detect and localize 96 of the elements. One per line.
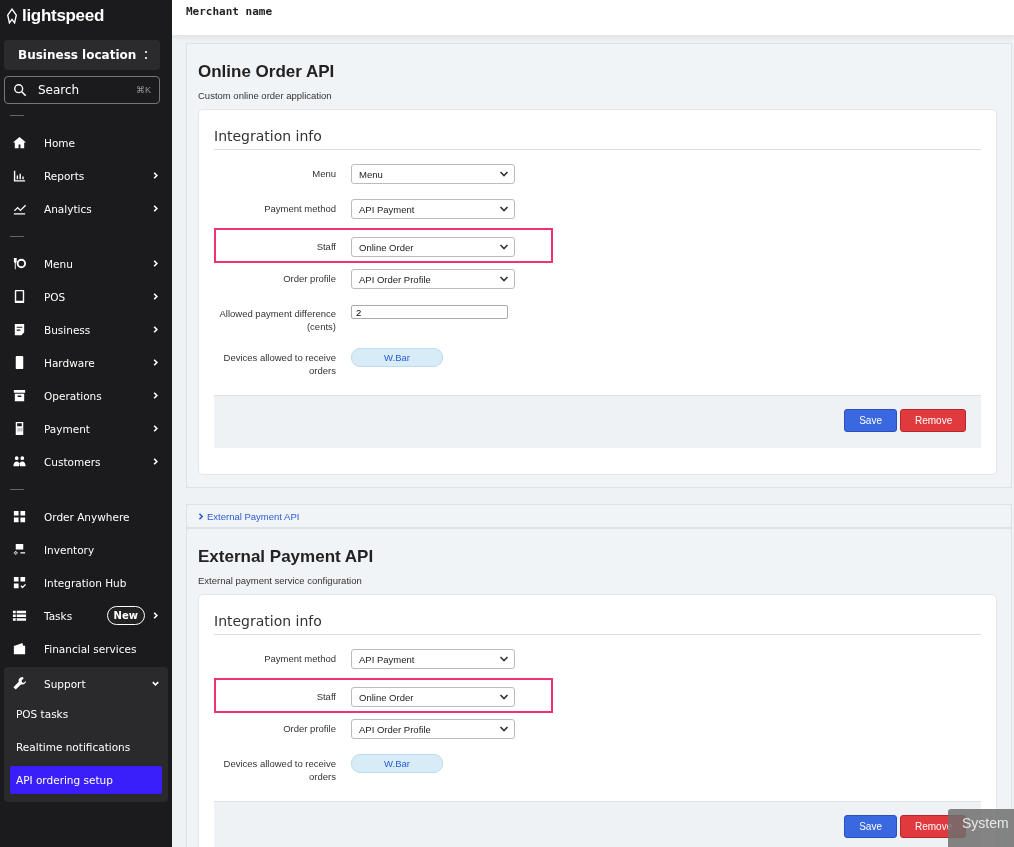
shortcut-hint: ⌘K (136, 85, 151, 95)
nav-item[interactable]: Payment (4, 412, 168, 445)
dropdown[interactable]: API Order Profile (351, 719, 515, 739)
nav-item[interactable]: Customers (4, 445, 168, 478)
field-label: Order profile (282, 722, 336, 735)
field-label: Staff (315, 690, 336, 703)
home-icon (12, 135, 27, 150)
submenu-item[interactable]: Realtime notifications (10, 733, 162, 761)
nav-label: Financial services (44, 642, 138, 655)
nav-label: Customers (44, 455, 102, 468)
logo-text: lightspeed (22, 6, 104, 26)
nav-item[interactable]: Reports (4, 159, 168, 192)
chevron-down-icon (499, 204, 509, 214)
chevron-right-icon (197, 511, 205, 521)
remove-button[interactable]: Remove (900, 409, 966, 432)
chevron-down-icon (499, 274, 509, 284)
chevron-down-icon (499, 242, 509, 252)
dropdown[interactable]: Menu (351, 164, 515, 184)
nav-label: Home (44, 136, 76, 149)
nav-item[interactable]: Operations (4, 379, 168, 412)
field-label: Allowed payment difference (cents) (218, 307, 336, 333)
more-icon (144, 49, 148, 61)
chevron-down-icon (499, 724, 509, 734)
flame-icon (6, 8, 18, 24)
section-subtitle: External payment service configuration (198, 575, 363, 586)
nav-label: Integration Hub (44, 576, 128, 589)
nav-item[interactable]: POS (4, 280, 168, 313)
field-label: Menu (311, 167, 336, 180)
nav-item[interactable]: Business (4, 313, 168, 346)
save-button[interactable]: Save (844, 815, 897, 838)
nav-label: Business (44, 323, 92, 336)
nav-label: Analytics (44, 202, 93, 215)
nav-label: Payment (44, 422, 91, 435)
nav-item[interactable]: Tasks New (4, 599, 168, 632)
nav-label: Tasks (44, 609, 74, 622)
nav-item[interactable]: Support (4, 667, 168, 700)
dropdown[interactable]: Online Order (351, 237, 515, 257)
apps-check-icon (12, 575, 27, 590)
dropdown[interactable]: API Order Profile (351, 269, 515, 289)
nav-label: Reports (44, 169, 86, 182)
nav-item[interactable]: Order Anywhere (4, 500, 168, 533)
card-title: Integration info (214, 128, 981, 150)
bar-chart-icon (12, 168, 27, 183)
field-label: Payment method (263, 202, 336, 215)
nav-item[interactable]: Integration Hub (4, 566, 168, 599)
dropdown[interactable]: API Payment (351, 649, 515, 669)
section-title: External Payment API (198, 547, 375, 567)
list-icon (12, 608, 27, 623)
nav-label: Inventory (44, 543, 96, 556)
card-title: Integration info (214, 613, 981, 635)
document-icon (12, 322, 27, 337)
device-tag[interactable]: W.Bar (351, 754, 443, 773)
new-badge: New (106, 606, 145, 625)
merchant-name: Merchant name (186, 5, 273, 18)
chevron-down-icon (499, 169, 509, 179)
grid-icon (12, 509, 27, 524)
section-subtitle: Custom online order application (198, 90, 333, 101)
nav-item[interactable]: Analytics (4, 192, 168, 225)
dropdown[interactable]: API Payment (351, 199, 515, 219)
plate-icon (12, 256, 27, 271)
save-button[interactable]: Save (844, 409, 897, 432)
nav-item[interactable]: Inventory (4, 533, 168, 566)
field-label: Order profile (282, 272, 336, 285)
search-icon (13, 83, 27, 97)
archive-icon (12, 388, 27, 403)
field-label: Devices allowed to receive orders (222, 757, 336, 783)
nav-item[interactable]: Hardware (4, 346, 168, 379)
nav-item[interactable]: Financial services (4, 632, 168, 665)
inventory-icon (12, 542, 27, 557)
nav-label: Menu (44, 257, 74, 270)
search-input[interactable]: Search (36, 82, 127, 98)
wallet-icon (12, 641, 27, 656)
nav-label: Order Anywhere (44, 510, 131, 523)
search-field[interactable]: Search ⌘K (4, 76, 160, 104)
dropdown[interactable]: Online Order (351, 687, 515, 707)
nav-label: Operations (44, 389, 103, 402)
section-link[interactable]: External Payment API (197, 510, 300, 522)
chevron-down-icon (499, 654, 509, 664)
nav-label: Hardware (44, 356, 96, 369)
nav-item[interactable]: Menu (4, 247, 168, 280)
chevron-down-icon (499, 692, 509, 702)
field-label: Devices allowed to receive orders (222, 351, 336, 377)
people-icon (12, 454, 27, 469)
nav-item[interactable]: Home (4, 126, 168, 159)
nav-label: Support (44, 677, 87, 690)
field-label: Staff (315, 240, 336, 253)
input-field[interactable]: 2 (351, 305, 508, 319)
section-title: Online Order API (198, 62, 336, 82)
submenu-item[interactable]: POS tasks (10, 700, 162, 728)
field-label: Payment method (263, 652, 336, 665)
wrench-icon (12, 676, 27, 691)
nav-label: POS (44, 290, 67, 303)
submenu-item[interactable]: API ordering setup (10, 766, 162, 794)
location-selector[interactable]: Business location (4, 40, 160, 70)
device-tag[interactable]: W.Bar (351, 348, 443, 367)
tablet-icon (12, 289, 27, 304)
